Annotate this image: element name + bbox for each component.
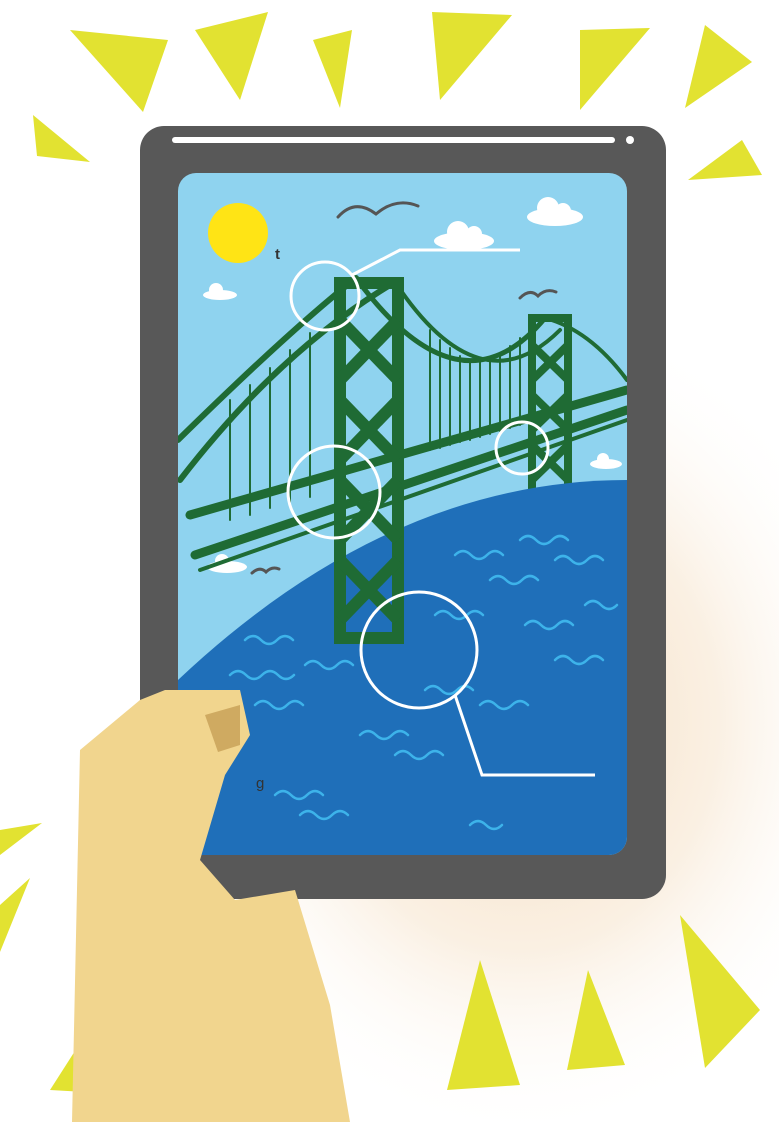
text-fragment-upper: t — [275, 246, 280, 263]
tablet-screen — [178, 173, 627, 855]
illustration-canvas — [0, 12, 779, 1122]
text-fragment-lower: g — [256, 775, 265, 792]
camera-dot — [626, 136, 634, 144]
sun-icon — [208, 203, 268, 263]
